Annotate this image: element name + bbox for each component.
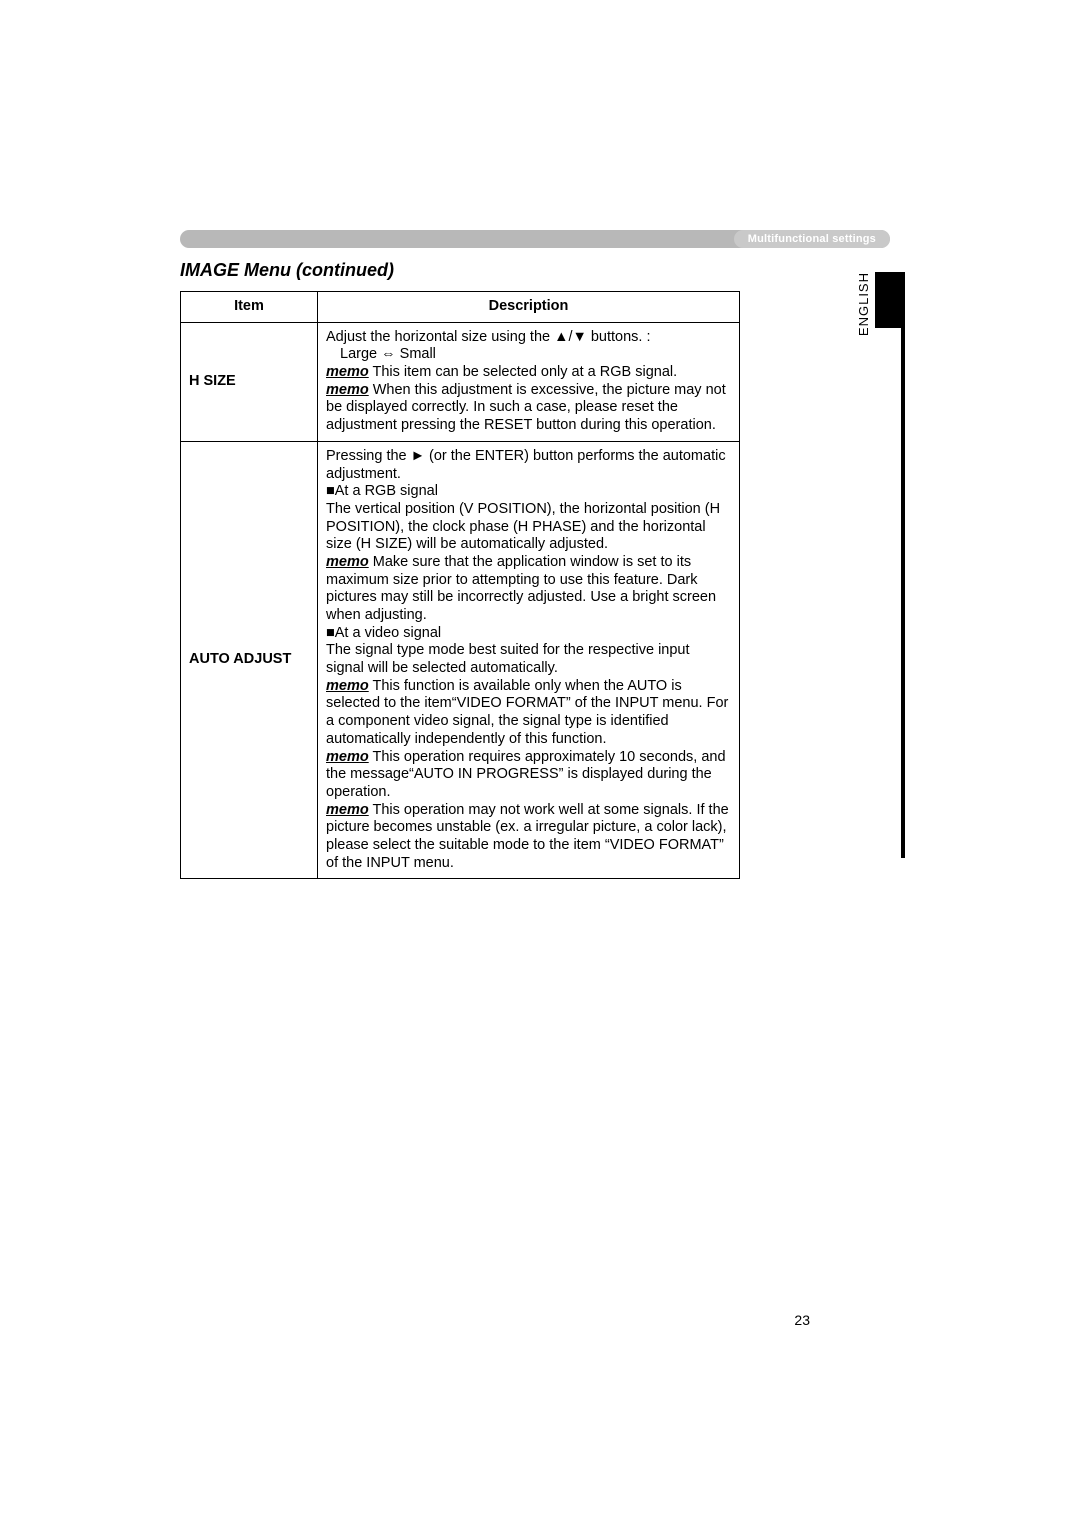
text: The signal type mode best suited for the… xyxy=(326,642,690,676)
memo-label: memo xyxy=(326,678,369,694)
text: Make sure that the application window is… xyxy=(326,554,716,623)
memo-label: memo xyxy=(326,364,369,380)
text: Large ⇔ Small xyxy=(326,346,436,364)
table-row: AUTO ADJUST Pressing the ► (or the ENTER… xyxy=(181,441,740,879)
section-title: IMAGE Menu (continued) xyxy=(180,260,890,281)
table-row: H SIZE Adjust the horizontal size using … xyxy=(181,322,740,441)
col-header-description: Description xyxy=(318,292,740,323)
side-black-rule xyxy=(901,328,905,858)
memo-label: memo xyxy=(326,554,369,570)
image-menu-table: Item Description H SIZE Adjust the horiz… xyxy=(180,291,740,879)
header-pill: Multifunctional settings xyxy=(734,230,890,248)
item-desc-autoadjust: Pressing the ► (or the ENTER) button per… xyxy=(318,441,740,879)
text: This operation may not work well at some… xyxy=(326,802,729,871)
text: Pressing the ► (or the ENTER) button per… xyxy=(326,448,726,482)
language-label: ENGLISH xyxy=(856,272,871,338)
text: This operation requires approximately 10… xyxy=(326,749,726,800)
item-name-autoadjust: AUTO ADJUST xyxy=(181,441,318,879)
item-name-hsize: H SIZE xyxy=(181,322,318,441)
text: When this adjustment is excessive, the p… xyxy=(326,382,726,433)
subheading-rgb: ■At a RGB signal xyxy=(326,483,438,499)
page: Multifunctional settings IMAGE Menu (con… xyxy=(0,0,1080,1528)
text: Adjust the horizontal size using the ▲/▼… xyxy=(326,329,651,345)
header-bar: Multifunctional settings xyxy=(180,230,890,248)
memo-label: memo xyxy=(326,749,369,765)
table-header-row: Item Description xyxy=(181,292,740,323)
memo-label: memo xyxy=(326,382,369,398)
page-number: 23 xyxy=(794,1312,810,1328)
side-tab: ENGLISH xyxy=(856,272,905,338)
side-black-tab xyxy=(875,272,905,328)
col-header-item: Item xyxy=(181,292,318,323)
text: The vertical position (V POSITION), the … xyxy=(326,501,720,552)
memo-label: memo xyxy=(326,802,369,818)
text: This item can be selected only at a RGB … xyxy=(369,364,677,380)
item-desc-hsize: Adjust the horizontal size using the ▲/▼… xyxy=(318,322,740,441)
text: This function is available only when the… xyxy=(326,678,728,747)
subheading-video: ■At a video signal xyxy=(326,625,441,641)
